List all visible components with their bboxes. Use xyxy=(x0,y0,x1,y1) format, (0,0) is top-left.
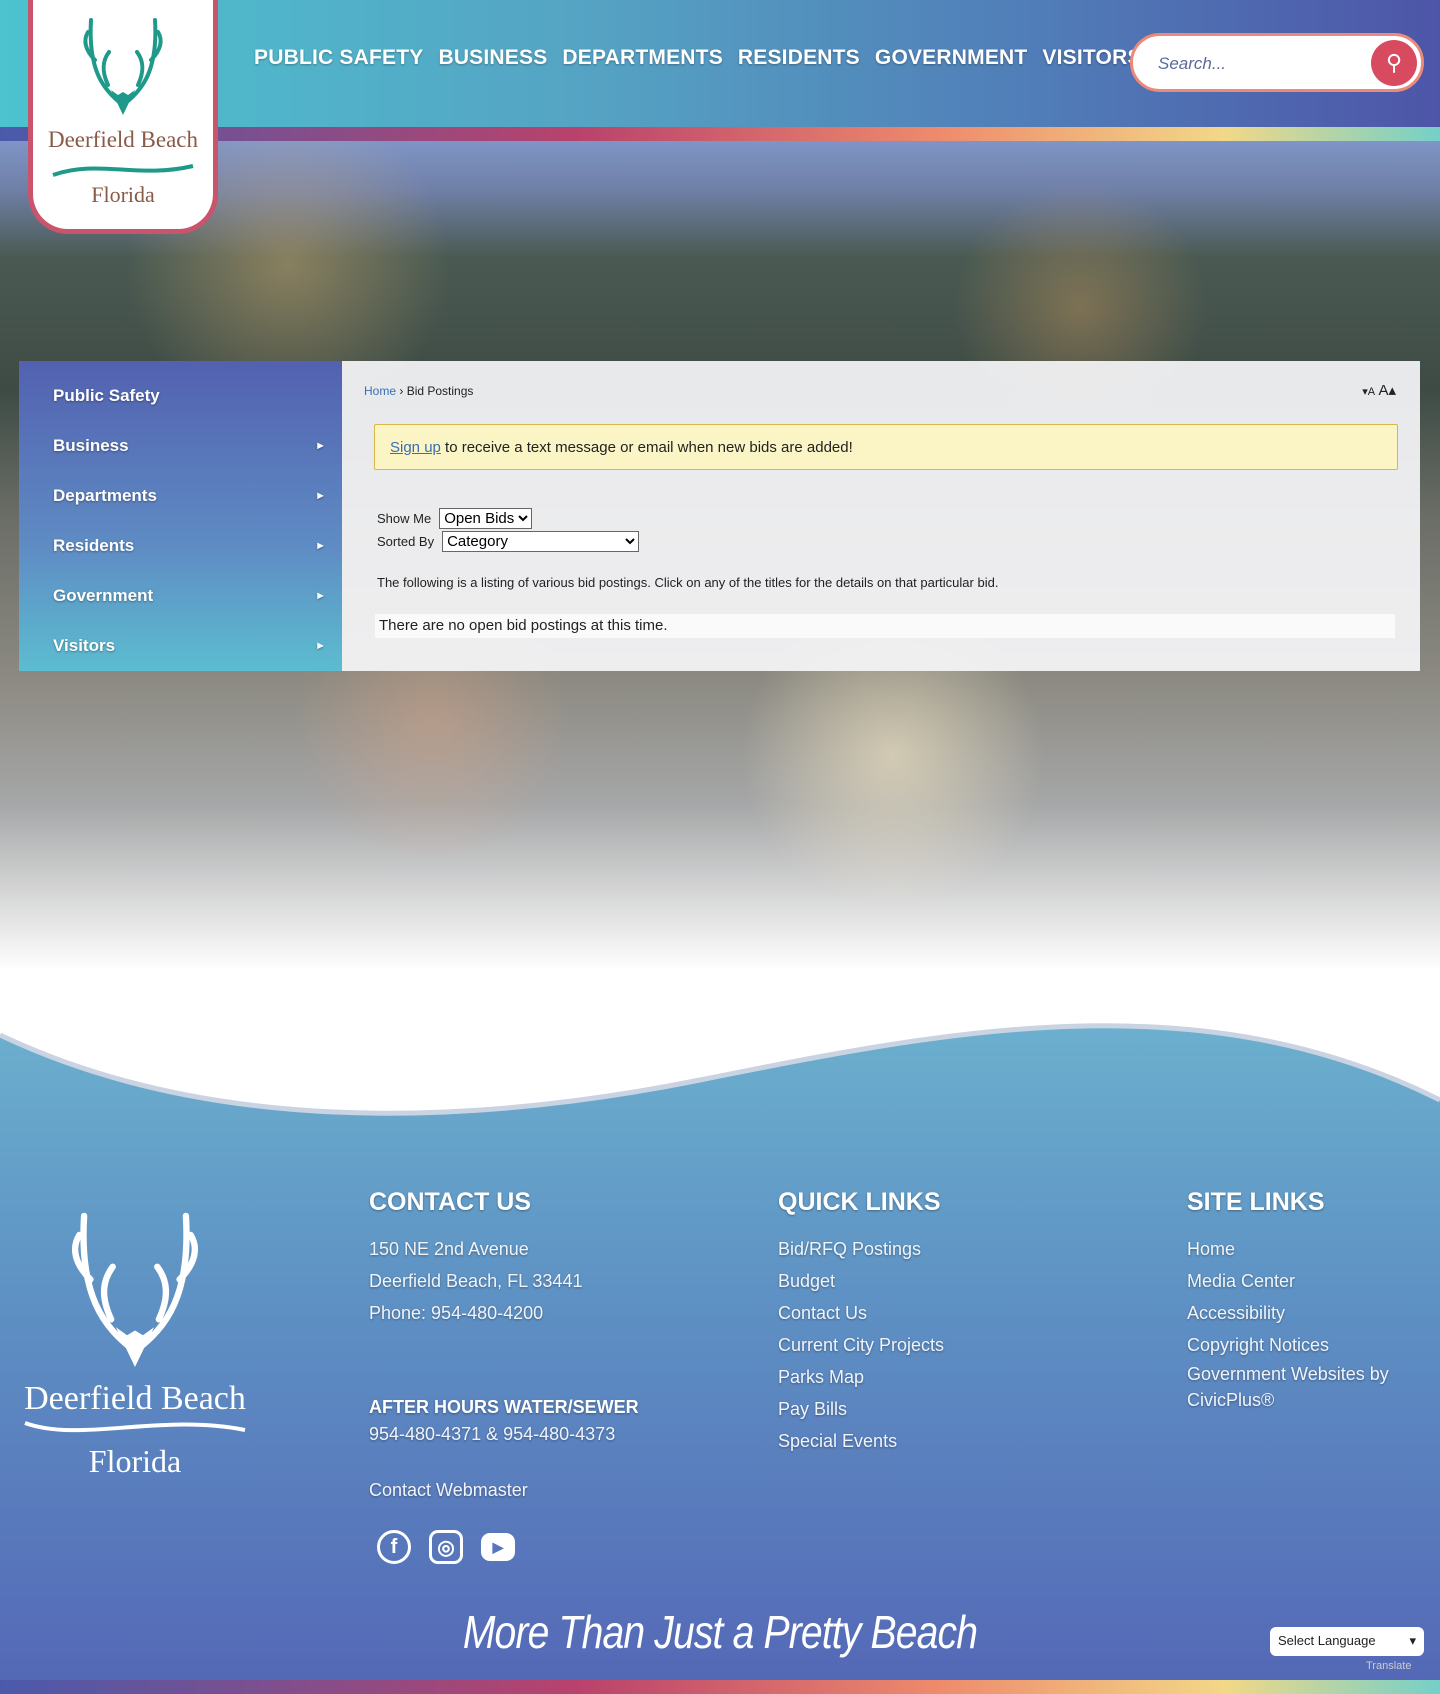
footer-logo[interactable]: Deerfield Beach Florida xyxy=(15,1200,255,1480)
sidebar-item-residents[interactable]: Residents ► xyxy=(19,521,342,571)
show-me-select[interactable]: Open Bids xyxy=(439,508,533,529)
show-me-label: Show Me xyxy=(377,511,432,526)
site-link[interactable]: Government Websites by CivicPlus® xyxy=(1187,1361,1417,1413)
after-hours-heading: AFTER HOURS WATER/SEWER xyxy=(369,1397,639,1417)
site-links-column: SITE LINKS Home Media Center Accessibili… xyxy=(1187,1188,1417,1413)
facebook-icon[interactable]: f xyxy=(377,1530,411,1564)
quick-links-column: QUICK LINKS Bid/RFQ Postings Budget Cont… xyxy=(778,1188,944,1457)
search-button[interactable]: ⚲ xyxy=(1371,40,1417,86)
listing-description: The following is a listing of various bi… xyxy=(377,575,999,590)
arrow-right-icon: ► xyxy=(315,490,326,502)
nav-residents[interactable]: RESIDENTS xyxy=(738,46,860,70)
instagram-icon[interactable]: ◎ xyxy=(429,1530,463,1564)
phone: Phone: 954-480-4200 xyxy=(369,1303,544,1323)
quick-link[interactable]: Special Events xyxy=(778,1425,944,1457)
logo-wave-icon xyxy=(52,164,194,177)
breadcrumb-home[interactable]: Home xyxy=(364,384,396,398)
sidebar-item-business[interactable]: Business ► xyxy=(19,421,342,471)
sorted-by-select[interactable]: Category xyxy=(442,531,640,552)
arrow-right-icon: ► xyxy=(315,440,326,452)
breadcrumb-separator: › xyxy=(399,384,404,398)
decrease-font-button[interactable]: ▾A xyxy=(1362,386,1375,398)
social-links: f ◎ ▶ xyxy=(377,1530,515,1564)
sidebar-item-label: Government xyxy=(53,586,154,605)
footer-logo-state: Florida xyxy=(88,1443,182,1479)
arrow-right-icon: ► xyxy=(315,590,326,602)
nav-business[interactable]: BUSINESS xyxy=(438,46,547,70)
sidebar-item-label: Residents xyxy=(53,536,135,555)
sidebar-item-departments[interactable]: Departments ► xyxy=(19,471,342,521)
logo-name: Deerfield Beach xyxy=(47,127,199,152)
breadcrumb-current: Bid Postings xyxy=(406,384,474,398)
site-link[interactable]: Copyright Notices xyxy=(1187,1329,1417,1361)
site-link[interactable]: Accessibility xyxy=(1187,1297,1417,1329)
nav-visitors[interactable]: VISITORS xyxy=(1042,46,1141,70)
site-link[interactable]: Media Center xyxy=(1187,1265,1417,1297)
sidebar-item-label: Visitors xyxy=(53,636,116,655)
quick-link[interactable]: Bid/RFQ Postings xyxy=(778,1233,944,1265)
breadcrumb: Home › Bid Postings xyxy=(364,384,473,398)
quick-links-heading: QUICK LINKS xyxy=(778,1188,941,1216)
youtube-icon[interactable]: ▶ xyxy=(481,1533,515,1561)
site-link[interactable]: Home xyxy=(1187,1233,1417,1265)
sorted-by-label: Sorted By xyxy=(377,534,435,549)
footer-color-stripe xyxy=(0,1680,1440,1694)
search-icon: ⚲ xyxy=(1385,50,1403,75)
deer-antlers-icon xyxy=(71,1212,199,1368)
tagline: More Than Just a Pretty Beach xyxy=(462,1606,978,1658)
sidebar-item-public-safety[interactable]: Public Safety xyxy=(19,371,342,421)
logo-wave-icon xyxy=(24,1421,246,1433)
contact-column: CONTACT US 150 NE 2nd Avenue Deerfield B… xyxy=(369,1188,639,1506)
deer-antlers-icon xyxy=(83,18,163,115)
language-select-label: Select Language xyxy=(1278,1633,1376,1648)
language-select[interactable]: Select Language ▾ xyxy=(1270,1627,1424,1656)
no-bids-message: There are no open bid postings at this t… xyxy=(375,614,1395,638)
sidebar-nav: Public Safety Business ► Departments ► Res… xyxy=(19,361,342,671)
sidebar-item-label: Business xyxy=(53,436,129,455)
sidebar-item-visitors[interactable]: Visitors ► xyxy=(19,621,342,671)
quick-link[interactable]: Contact Us xyxy=(778,1297,944,1329)
sidebar-item-government[interactable]: Government ► xyxy=(19,571,342,621)
sidebar-item-label: Departments xyxy=(53,486,157,505)
quick-link[interactable]: Current City Projects xyxy=(778,1329,944,1361)
nav-government[interactable]: GOVERNMENT xyxy=(875,46,1028,70)
contact-heading: CONTACT US xyxy=(369,1188,532,1216)
arrow-right-icon: ► xyxy=(315,640,326,652)
site-links-heading: SITE LINKS xyxy=(1187,1188,1325,1216)
quick-link[interactable]: Budget xyxy=(778,1265,944,1297)
search-input[interactable]: Search... xyxy=(1158,54,1226,74)
alert-text: to receive a text message or email when … xyxy=(440,439,853,456)
chevron-down-icon: ▾ xyxy=(1409,1633,1416,1648)
site-logo[interactable]: Deerfield Beach Florida xyxy=(28,0,218,234)
search-box[interactable]: Search... ⚲ xyxy=(1130,33,1424,92)
main-content: Home › Bid Postings ▾A A▴ Sign up to rec… xyxy=(342,361,1420,671)
signup-alert: Sign up to receive a text message or ema… xyxy=(374,424,1398,470)
after-hours-phone: 954-480-4371 & 954-480-4373 xyxy=(369,1424,616,1444)
google-translate-label: Translate xyxy=(1366,1660,1412,1672)
font-size-controls: ▾A A▴ xyxy=(1362,381,1396,399)
signup-link[interactable]: Sign up xyxy=(390,439,441,456)
main-nav: PUBLIC SAFETY BUSINESS DEPARTMENTS RESID… xyxy=(254,46,1142,70)
logo-state: Florida xyxy=(91,182,155,207)
nav-departments[interactable]: DEPARTMENTS xyxy=(562,46,722,70)
sidebar-item-label: Public Safety xyxy=(53,386,160,405)
increase-font-button[interactable]: A▴ xyxy=(1378,382,1396,399)
nav-public-safety[interactable]: PUBLIC SAFETY xyxy=(254,46,423,70)
arrow-right-icon: ► xyxy=(315,540,326,552)
contact-webmaster-link[interactable]: Contact Webmaster xyxy=(369,1474,639,1506)
quick-link[interactable]: Parks Map xyxy=(778,1361,944,1393)
footer-logo-name: Deerfield Beach xyxy=(24,1380,246,1417)
address-line2: Deerfield Beach, FL 33441 xyxy=(369,1271,583,1291)
footer-wave xyxy=(0,990,1440,1116)
address-line1: 150 NE 2nd Avenue xyxy=(369,1239,529,1259)
quick-link[interactable]: Pay Bills xyxy=(778,1393,944,1425)
